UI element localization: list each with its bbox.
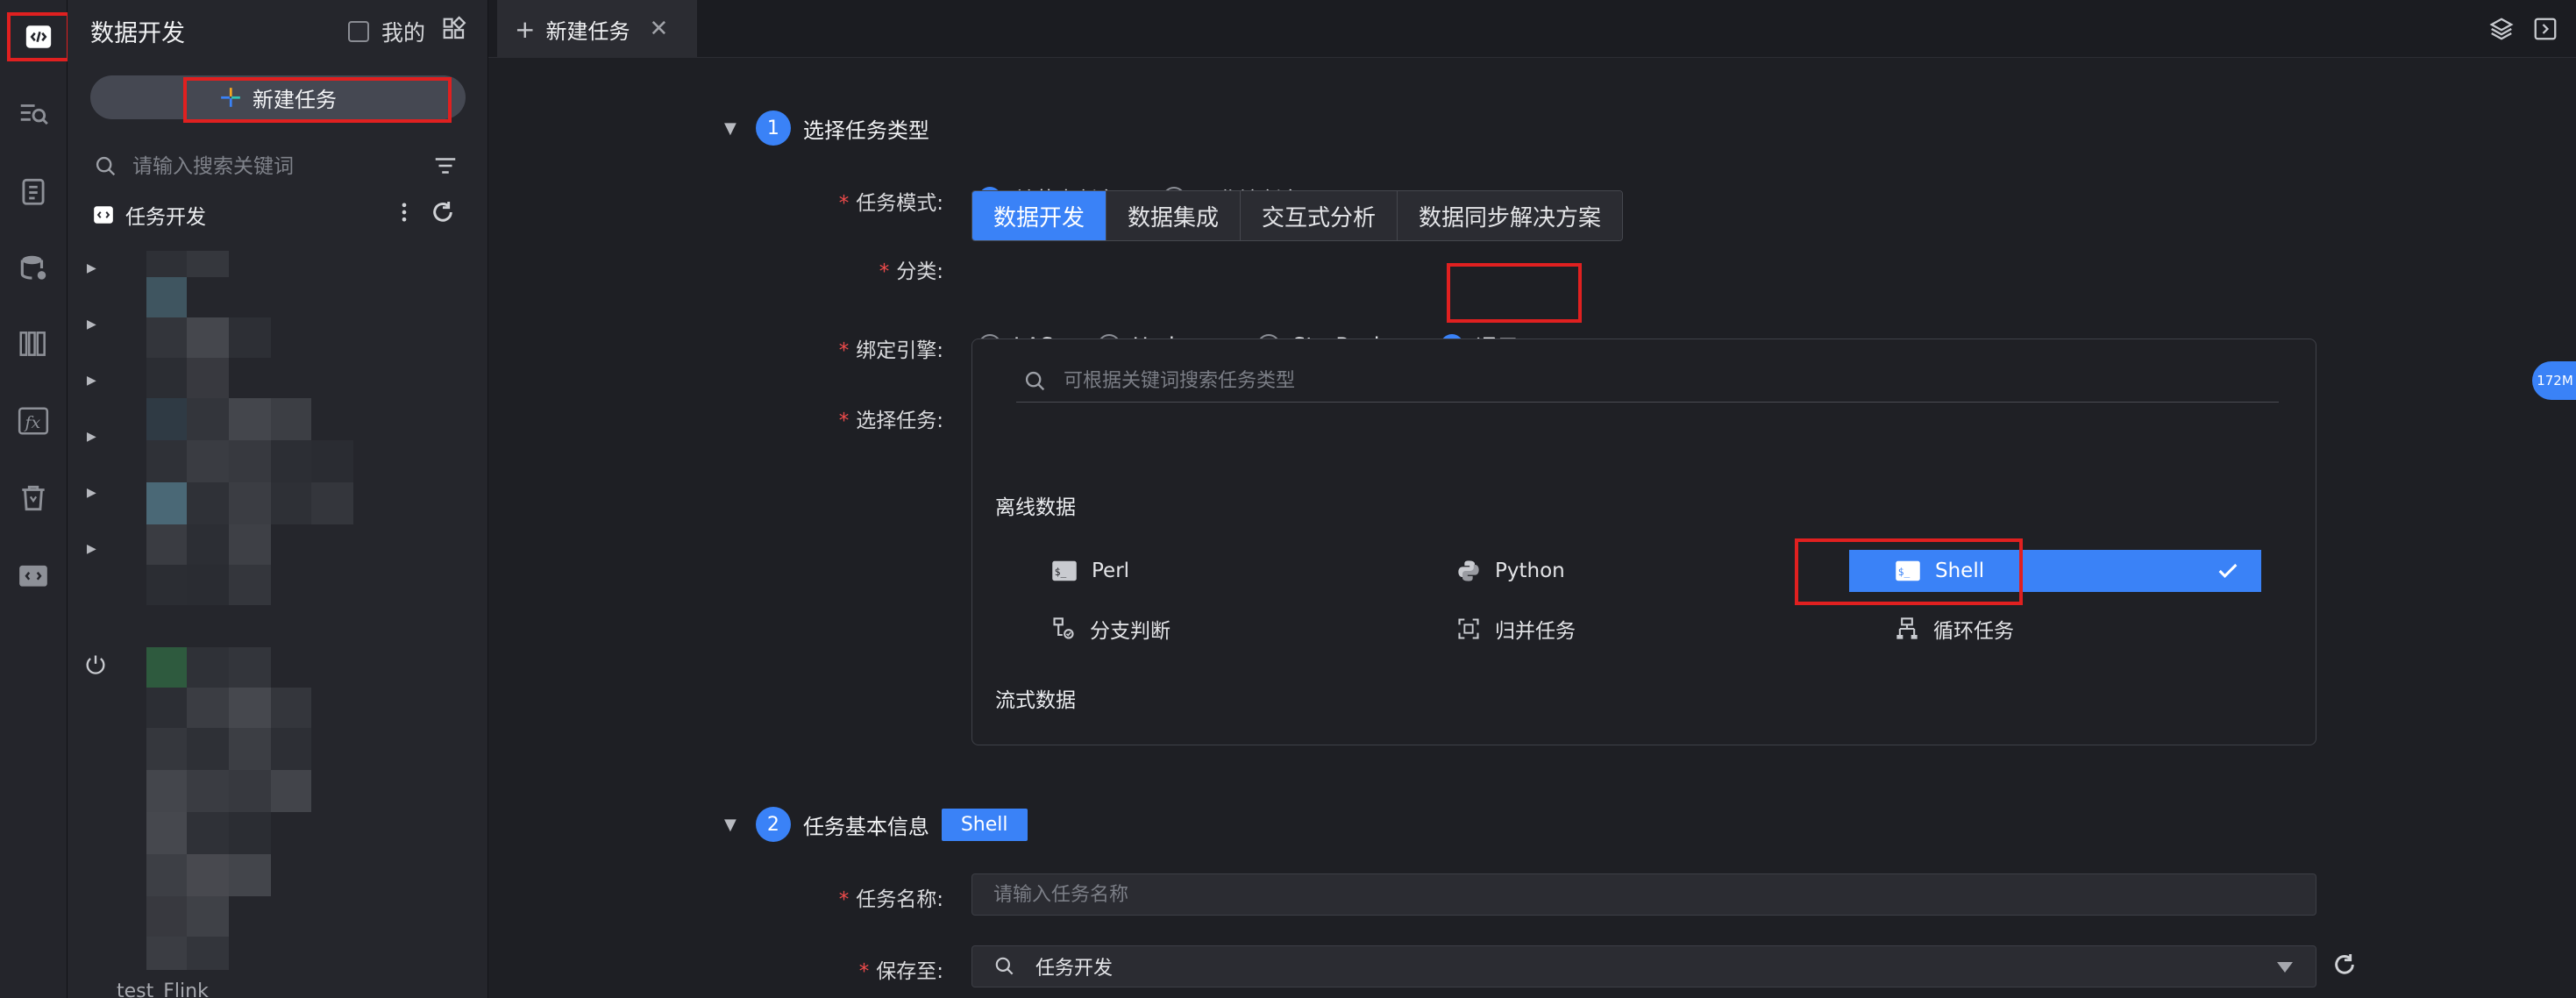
save-to-select[interactable]: 任务开发 [971, 945, 2316, 987]
rail-item-recycle[interactable] [14, 479, 53, 517]
power-icon[interactable] [83, 652, 108, 677]
refresh-icon[interactable] [429, 198, 457, 226]
layers-icon[interactable] [2488, 16, 2515, 42]
tab-label: 新建任务 [545, 18, 630, 44]
check-icon [2218, 563, 2238, 578]
task-name-field[interactable] [971, 873, 2316, 916]
task-type-search [1016, 360, 2279, 403]
code-window-icon [25, 25, 52, 48]
category-data-integration[interactable]: 数据集成 [1107, 191, 1242, 240]
tree-expand-arrow[interactable]: ▶ [87, 430, 96, 444]
sidebar-title: 数据开发 [90, 20, 185, 47]
section-1-header[interactable]: ▼ 1 选择任务类型 [724, 110, 929, 146]
step-badge-1: 1 [755, 110, 791, 146]
section-1-title: 选择任务类型 [802, 118, 929, 143]
task-name-label: * 任务名称: [838, 888, 943, 911]
rail-item-data-dev-highlight[interactable] [7, 12, 70, 61]
tree-expand-arrow[interactable]: ▶ [87, 317, 96, 331]
python-icon [1458, 560, 1479, 581]
shell-highlight [1795, 538, 2023, 605]
search-icon [1025, 371, 1045, 390]
task-name-input[interactable] [993, 883, 2316, 906]
memory-usage-badge[interactable]: 172M [2532, 361, 2576, 400]
tree-expand-arrow[interactable]: ▶ [87, 542, 96, 556]
tree-item-bottom[interactable]: test_Flink [117, 980, 209, 998]
branch-icon [1053, 617, 1074, 639]
task-type-python[interactable]: Python [1456, 550, 1565, 592]
section-2-title: 任务基本信息 [802, 814, 929, 839]
rail-item-library[interactable] [14, 324, 53, 363]
tree-expand-arrow[interactable]: ▶ [87, 261, 96, 275]
task-type-merge[interactable]: 归并任务 [1456, 608, 1576, 650]
save-to-label: * 保存至: [858, 960, 943, 983]
task-type-panel: 离线数据 $_ Perl Python $_ Shell 分支判断 归并任务 循… [971, 339, 2316, 745]
code-screen-icon [19, 565, 47, 587]
engine-label: * 绑定引擎: [838, 339, 943, 362]
books-icon [19, 331, 46, 356]
rail-item-database[interactable] [14, 249, 53, 288]
tree-root[interactable]: 任务开发 [92, 200, 206, 230]
sidebar: 数据开发 我的 新建任务 任务开发 ▶ ▶ ▶ ▶ ▶ [68, 0, 488, 998]
merge-icon [1458, 618, 1479, 639]
trash-icon [22, 485, 45, 511]
rail-item-query[interactable] [14, 95, 53, 133]
collapse-triangle-icon[interactable]: ▼ [724, 816, 737, 834]
mine-label: 我的 [381, 20, 426, 46]
panel-expand-icon[interactable] [2532, 16, 2558, 42]
icon-rail: fx [0, 0, 70, 998]
dropdown-arrow-icon[interactable] [2277, 962, 2293, 973]
more-vertical-icon[interactable] [392, 198, 416, 226]
task-type-perl[interactable]: $_ Perl [1051, 550, 1129, 592]
close-icon[interactable]: ✕ [649, 16, 668, 42]
mine-checkbox[interactable] [348, 21, 369, 42]
rail-item-api[interactable] [14, 556, 53, 595]
code-window-icon [94, 206, 113, 224]
database-icon [20, 255, 46, 280]
save-to-value: 任务开发 [1035, 958, 1114, 980]
select-task-label: * 选择任务: [838, 410, 943, 432]
engine-general-highlight [1447, 263, 1582, 323]
terminal-icon: $_ [1052, 560, 1077, 581]
task-type-search-input[interactable] [1064, 370, 2203, 392]
list-search-icon [20, 104, 48, 125]
tree-expand-arrow[interactable]: ▶ [87, 486, 96, 500]
rail-item-tasks[interactable] [14, 172, 53, 210]
tab-new-task[interactable]: + 新建任务 ✕ [497, 0, 697, 58]
new-task-highlight [183, 77, 452, 123]
section-2-header[interactable]: ▼ 2 任务基本信息 Shell [724, 807, 1028, 842]
clipboard-icon [22, 178, 45, 205]
sidebar-search-input[interactable] [132, 155, 422, 178]
tree-root-label: 任务开发 [125, 206, 206, 229]
task-mode-label: * 任务模式: [838, 192, 943, 215]
refresh-icon[interactable] [2330, 951, 2359, 979]
stream-data-title: 流式数据 [995, 689, 1076, 712]
tree-expand-arrow[interactable]: ▶ [87, 374, 96, 388]
category-data-sync[interactable]: 数据同步解决方案 [1398, 191, 1623, 240]
plus-icon: + [515, 14, 536, 44]
loop-icon [1896, 617, 1918, 639]
mine-filter[interactable]: 我的 [348, 16, 425, 47]
layout-grid-icon[interactable] [441, 16, 467, 42]
task-type-loop[interactable]: 循环任务 [1849, 608, 2014, 650]
function-fx-icon: fx [18, 407, 49, 435]
category-segmented-control: 数据开发 数据集成 交互式分析 数据同步解决方案 [971, 190, 1624, 241]
tab-bar: + 新建任务 ✕ [488, 0, 2576, 58]
filter-icon[interactable] [431, 153, 460, 179]
task-type-badge: Shell [941, 808, 1028, 841]
category-interactive-analysis[interactable]: 交互式分析 [1241, 191, 1398, 240]
category-data-dev[interactable]: 数据开发 [972, 191, 1107, 240]
collapse-triangle-icon[interactable]: ▼ [724, 119, 737, 138]
task-type-branch[interactable]: 分支判断 [1051, 608, 1171, 650]
svg-text:$_: $_ [1055, 567, 1067, 578]
svg-text:fx: fx [24, 413, 41, 432]
sidebar-search [94, 149, 471, 184]
step-badge-2: 2 [755, 807, 791, 842]
category-label: * 分类: [879, 260, 943, 283]
search-icon [995, 957, 1014, 975]
rail-item-functions[interactable]: fx [14, 402, 53, 440]
redacted-tree-content [122, 251, 411, 970]
search-icon [96, 156, 116, 176]
offline-data-title: 离线数据 [995, 496, 1076, 519]
